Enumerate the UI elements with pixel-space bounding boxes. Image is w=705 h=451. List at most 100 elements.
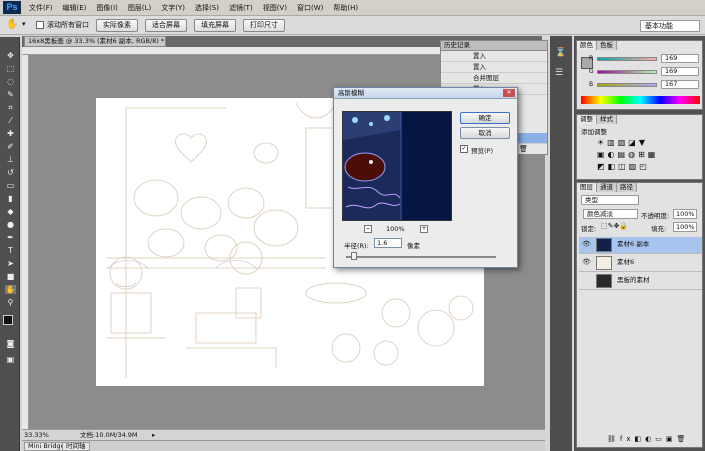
layer-name[interactable]: 黑板的素材	[617, 273, 650, 288]
menu-filter[interactable]: 滤镜(T)	[224, 0, 258, 16]
brush-tool-icon[interactable]: ✐	[5, 142, 16, 151]
menu-help[interactable]: 帮助(H)	[328, 0, 363, 16]
layer-name[interactable]: 素材6	[617, 255, 634, 270]
history-brush-tool-icon[interactable]: ↺	[5, 168, 16, 177]
crop-tool-icon[interactable]: ⌗	[5, 103, 16, 112]
text-tool-icon[interactable]: T	[5, 246, 16, 255]
history-item[interactable]: 合并图层	[441, 73, 547, 84]
adjustments-panel: 调整 样式 添加调整 ☀▥▧◪▼ ▣◐▤◍⊞▦ ◩◧◫▨◰	[576, 114, 703, 180]
layer-row-selected[interactable]: 👁 素材6 副本	[579, 237, 702, 254]
tab-swatches[interactable]: 色板	[597, 41, 617, 50]
history-icon[interactable]: ⌛	[555, 48, 566, 58]
quick-mask-icon[interactable]: ◙	[5, 339, 16, 348]
bottom-tab-bar: Mini Bridge 时间轴	[22, 440, 545, 451]
adjustment-icons-row3[interactable]: ◩◧◫▨◰	[597, 162, 650, 171]
blur-tool-icon[interactable]: ◆	[5, 207, 16, 216]
green-slider[interactable]	[597, 70, 657, 74]
tab-paths[interactable]: 路径	[617, 183, 637, 192]
radius-slider-thumb[interactable]	[351, 252, 357, 260]
green-value[interactable]: 169	[661, 67, 699, 76]
menu-image[interactable]: 图像(I)	[91, 0, 123, 16]
menu-select[interactable]: 选择(S)	[190, 0, 224, 16]
zoom-level[interactable]: 33.33%	[24, 430, 49, 440]
hand-tool-icon[interactable]: ✋	[5, 285, 16, 294]
cancel-button[interactable]: 取消	[460, 127, 510, 139]
healing-tool-icon[interactable]: ✚	[5, 129, 16, 138]
properties-icon[interactable]: ☰	[555, 68, 563, 78]
eyedropper-tool-icon[interactable]: ⁄	[5, 116, 16, 125]
radius-slider-track[interactable]	[346, 256, 496, 258]
layer-row[interactable]: 👁 素材6	[579, 255, 702, 272]
tools-panel: ✥ ⬚ ◌ ✎ ⌗ ⁄ ✚ ✐ ⊥ ↺ ▭ ▮ ◆ ● ✒ T ➤ ■ ✋ ⚲ …	[0, 37, 20, 451]
zoom-tool-icon[interactable]: ⚲	[5, 298, 16, 307]
blue-value[interactable]: 167	[661, 80, 699, 89]
lock-icons[interactable]: ⬚✎✥🔒	[601, 222, 628, 230]
menu-type[interactable]: 文字(Y)	[156, 0, 190, 16]
zoom-out-button[interactable]: −	[364, 225, 372, 233]
visibility-eye-icon[interactable]: 👁	[582, 255, 591, 270]
shape-tool-icon[interactable]: ■	[5, 272, 16, 281]
tab-adjustments[interactable]: 调整	[577, 115, 597, 124]
adjustment-icons-row1[interactable]: ☀▥▧◪▼	[597, 138, 648, 147]
path-select-tool-icon[interactable]: ➤	[5, 259, 16, 268]
blue-slider[interactable]	[597, 83, 657, 87]
actual-pixels-button[interactable]: 实际像素	[96, 19, 138, 32]
radius-input[interactable]: 1.6	[374, 238, 402, 248]
foreground-color-swatch[interactable]	[3, 315, 13, 325]
menu-file[interactable]: 文件(F)	[24, 0, 58, 16]
marquee-tool-icon[interactable]: ⬚	[5, 64, 16, 73]
delete-state-icon[interactable]: 🗑	[519, 145, 528, 153]
quick-select-tool-icon[interactable]: ✎	[5, 90, 16, 99]
tab-color[interactable]: 颜色	[577, 41, 597, 50]
layer-name[interactable]: 素材6 副本	[617, 237, 649, 252]
stamp-tool-icon[interactable]: ⊥	[5, 155, 16, 164]
move-tool-icon[interactable]: ✥	[5, 51, 16, 60]
options-bar: ✋ ▾ 滚动所有窗口 实际像素 适合屏幕 填充屏幕 打印尺寸	[0, 16, 705, 35]
layer-kind-filter[interactable]: 类型	[581, 195, 639, 205]
history-panel-title[interactable]: 历史记录	[441, 41, 547, 51]
tab-timeline[interactable]: 时间轴	[62, 442, 90, 451]
color-spectrum[interactable]	[581, 96, 700, 104]
blur-preview[interactable]	[342, 111, 452, 221]
menu-layer[interactable]: 图层(L)	[123, 0, 156, 16]
layer-actions-bar[interactable]: ⛓fx◧◐▭▣🗑	[607, 435, 689, 443]
tab-styles[interactable]: 样式	[597, 115, 617, 124]
opacity-input[interactable]: 100%	[673, 209, 697, 219]
hand-tool-icon[interactable]: ✋	[6, 19, 18, 31]
document-tab[interactable]: 16x8黑板画 @ 33.3% (素材6 副本, RGB/8) *	[24, 36, 166, 47]
lasso-tool-icon[interactable]: ◌	[5, 77, 16, 86]
menu-edit[interactable]: 编辑(E)	[58, 0, 92, 16]
screen-mode-icon[interactable]: ▣	[5, 355, 16, 364]
pen-tool-icon[interactable]: ✒	[5, 233, 16, 242]
preview-checkbox[interactable]: ✓	[460, 145, 468, 153]
history-item[interactable]: 置入	[441, 51, 547, 62]
menu-view[interactable]: 视图(V)	[258, 0, 292, 16]
zoom-in-button[interactable]: +	[420, 225, 428, 233]
visibility-eye-icon[interactable]: 👁	[582, 237, 591, 252]
dodge-tool-icon[interactable]: ●	[5, 220, 16, 229]
red-value[interactable]: 169	[661, 54, 699, 63]
tab-channels[interactable]: 通道	[597, 183, 617, 192]
workspace-select[interactable]: 基本功能	[640, 20, 700, 32]
preview-zoom-row: − 100% +	[364, 224, 434, 234]
history-item[interactable]: 置入	[441, 62, 547, 73]
close-icon[interactable]: ✕	[503, 89, 515, 97]
eraser-tool-icon[interactable]: ▭	[5, 181, 16, 190]
tool-preset-dropdown[interactable]: ▾	[22, 20, 26, 28]
status-menu-arrow-icon[interactable]: ▸	[152, 430, 155, 440]
layer-row[interactable]: 黑板的素材	[579, 273, 702, 290]
print-size-button[interactable]: 打印尺寸	[243, 19, 285, 32]
blend-mode-select[interactable]: 颜色减淡	[583, 209, 638, 219]
ok-button[interactable]: 确定	[460, 112, 510, 124]
dialog-title[interactable]: 高斯模糊	[334, 88, 517, 99]
red-slider[interactable]	[597, 57, 657, 61]
b-channel-label: B	[589, 81, 594, 88]
fill-screen-button[interactable]: 填充屏幕	[194, 19, 236, 32]
gradient-tool-icon[interactable]: ▮	[5, 194, 16, 203]
tab-layers[interactable]: 图层	[577, 183, 597, 192]
adjustment-icons-row2[interactable]: ▣◐▤◍⊞▦	[597, 150, 658, 159]
menu-window[interactable]: 窗口(W)	[292, 0, 328, 16]
fill-input[interactable]: 100%	[673, 222, 697, 232]
fit-screen-button[interactable]: 适合屏幕	[145, 19, 187, 32]
scroll-all-checkbox[interactable]	[36, 21, 44, 29]
